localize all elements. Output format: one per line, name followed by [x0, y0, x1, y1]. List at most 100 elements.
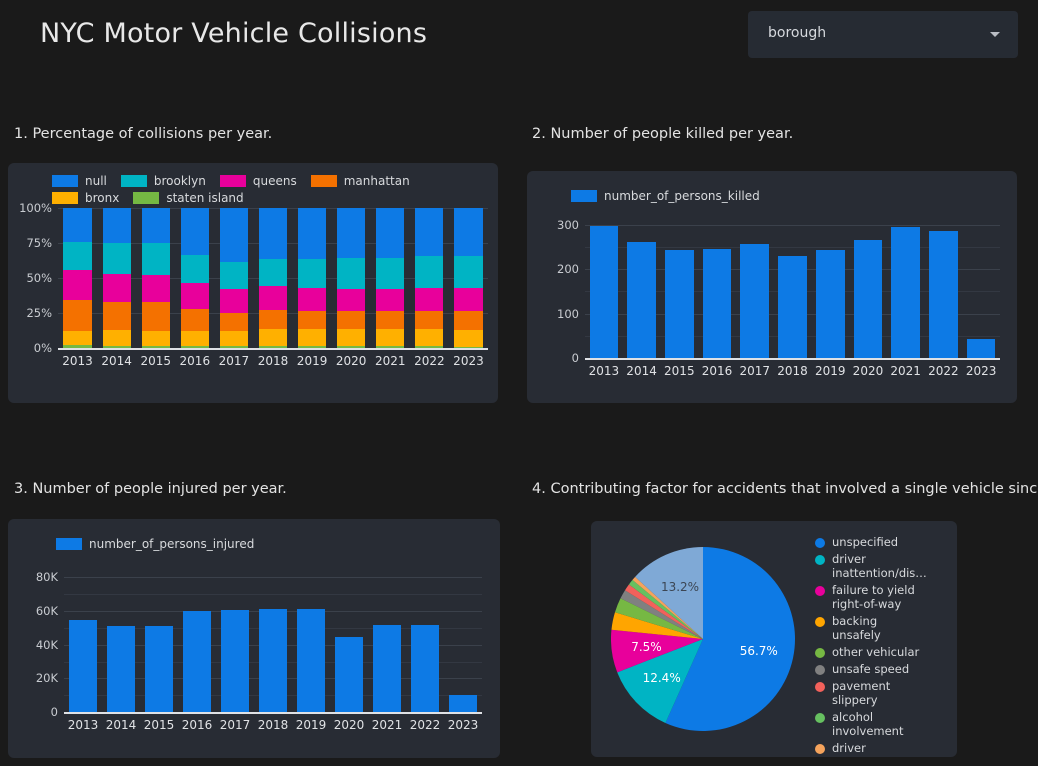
bar[interactable] [106, 625, 136, 712]
bar[interactable] [220, 609, 250, 712]
pie-legend-dot [815, 682, 825, 692]
legend-item[interactable]: number_of_persons_killed [571, 189, 760, 203]
bar[interactable] [891, 226, 921, 358]
bar-segment-queens [180, 282, 209, 309]
bar[interactable] [589, 226, 619, 358]
x-axis-tick: 2017 [739, 364, 771, 378]
pie-legend-item[interactable]: unspecified [815, 535, 945, 549]
bar[interactable] [448, 695, 478, 712]
x-axis-line [58, 348, 488, 350]
legend-item[interactable]: null [52, 174, 107, 188]
legend-swatch-number_of_persons_injured [56, 538, 82, 550]
bar-segment-manhattan [63, 300, 92, 331]
chart-panel-persons-killed: number_of_persons_killed 0 100 200 300 2013 20… [527, 171, 1017, 403]
legend-item[interactable]: queens [219, 174, 297, 188]
bar[interactable] [740, 244, 770, 358]
legend-swatch-null [52, 175, 78, 187]
bar[interactable] [144, 625, 174, 712]
x-axis-tick: 2023 [965, 364, 997, 378]
bar[interactable] [929, 231, 958, 358]
x-axis-tick: 2021 [890, 364, 921, 378]
bar-segment-queens [298, 288, 327, 311]
bar-segment-staten island [298, 346, 327, 348]
stacked-bar[interactable] [180, 208, 209, 348]
legend-item[interactable]: brooklyn [120, 174, 206, 188]
legend-label: brooklyn [153, 174, 206, 188]
x-axis-tick: 2016 [181, 718, 213, 732]
bar[interactable] [702, 249, 732, 358]
bar[interactable] [664, 249, 694, 358]
bar[interactable] [372, 625, 402, 712]
bar[interactable] [966, 338, 996, 358]
y-axis-tick: 50% [26, 271, 52, 285]
bar[interactable] [68, 619, 98, 712]
borough-filter-select[interactable]: borough [748, 11, 1018, 58]
bar-segment-brooklyn [376, 257, 405, 290]
x-axis-tick: 2019 [295, 718, 327, 732]
legend-item[interactable]: staten island [133, 191, 244, 205]
stacked-bar[interactable] [376, 208, 405, 348]
stacked-bar[interactable] [298, 208, 327, 348]
legend-item[interactable]: number_of_persons_injured [56, 537, 254, 551]
x-axis-tick: 2016 [179, 354, 211, 368]
chart-2-title: 2. Number of people killed per year. [532, 126, 794, 142]
bar[interactable] [182, 610, 212, 712]
x-axis-tick: 2023 [453, 354, 484, 368]
bar-segment-manhattan [415, 310, 444, 330]
x-axis-tick: 2014 [105, 718, 137, 732]
chart-panel-contributing-factor: 56.7% 12.4% 7.5% 13.2% unspecified driver ina… [591, 521, 957, 757]
y-axis-tick: 75% [26, 236, 52, 250]
legend-item[interactable]: manhattan [310, 174, 410, 188]
x-axis-tick: 2019 [296, 354, 328, 368]
bar[interactable] [410, 625, 440, 712]
bar[interactable] [296, 609, 326, 712]
bar[interactable] [815, 249, 845, 358]
bar-segment-null [337, 208, 366, 258]
bar-segment-bronx [415, 329, 444, 347]
stacked-bar[interactable] [415, 208, 444, 348]
pie-legend-item[interactable]: failure to yield right-of-way [815, 583, 945, 611]
pie-legend-item[interactable]: other vehicular [815, 645, 945, 659]
bar[interactable] [853, 239, 883, 358]
bar-segment-staten island [219, 345, 248, 348]
bar-segment-manhattan [219, 312, 248, 331]
bar[interactable] [334, 637, 364, 712]
bar-segment-brooklyn [219, 261, 248, 290]
pie-legend-item[interactable]: alcohol involvement [815, 710, 945, 738]
y-axis-tick: 100 [557, 306, 579, 321]
pie-legend-item[interactable]: driver inattention/dis… [815, 552, 945, 580]
pie-legend-dot [815, 665, 825, 675]
stacked-bar[interactable] [337, 208, 366, 348]
stacked-bar[interactable] [454, 208, 483, 348]
bar-segment-manhattan [258, 309, 288, 330]
stacked-bar[interactable] [258, 208, 288, 348]
pie-legend: unspecified driver inattention/dis… failur… [815, 535, 945, 757]
legend-label: bronx [85, 191, 120, 205]
page-title: NYC Motor Vehicle Collisions [40, 18, 428, 49]
x-axis-tick: 2018 [257, 718, 289, 732]
bar[interactable] [258, 608, 288, 712]
pie-legend-label: driver inexperi… [832, 741, 890, 757]
bar-segment-staten island [102, 345, 131, 348]
y-axis-tick: 200 [557, 262, 579, 277]
chart-cell-3: 3. Number of people injured per year. [14, 481, 500, 497]
bar[interactable] [627, 242, 656, 358]
x-axis-tick: 2020 [333, 718, 365, 732]
pie-legend-item[interactable]: unsafe speed [815, 662, 945, 676]
stacked-bar[interactable] [63, 208, 92, 348]
x-axis-tick: 2014 [626, 364, 657, 378]
bar-segment-queens [102, 273, 131, 302]
pie-legend-item[interactable]: pavement slippery [815, 679, 945, 707]
x-axis-tick: 2015 [143, 718, 175, 732]
pie-legend-dot [815, 617, 825, 627]
pie-legend-item[interactable]: driver inexperi… [815, 741, 945, 757]
bar-segment-brooklyn [298, 258, 327, 289]
stacked-bar[interactable] [141, 208, 170, 348]
legend-label: number_of_persons_killed [604, 189, 760, 203]
stacked-bar[interactable] [219, 208, 248, 348]
legend-item[interactable]: bronx [52, 191, 119, 205]
pie-legend-label: backing unsafely [832, 614, 881, 642]
pie-legend-item[interactable]: backing unsafely [815, 614, 945, 642]
stacked-bar[interactable] [102, 208, 131, 348]
bar[interactable] [778, 256, 807, 358]
